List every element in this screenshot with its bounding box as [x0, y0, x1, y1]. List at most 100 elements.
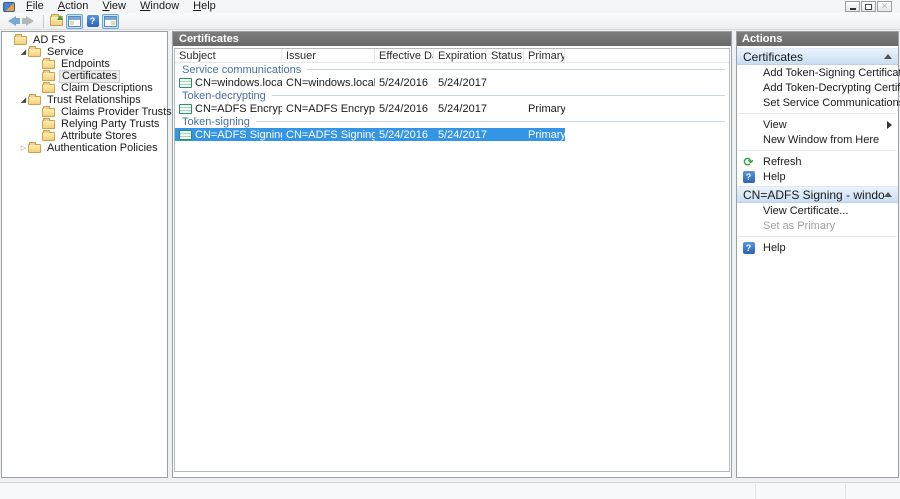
actions-section-header-2[interactable]: CN=ADFS Signing - windows.lo... — [737, 186, 898, 203]
action-new-window-from-here[interactable]: New Window from Here — [737, 132, 898, 147]
action-add-token-decrypting-certificate[interactable]: Add Token-Decrypting Certificate... — [737, 80, 898, 95]
action-refresh[interactable]: ⟳Refresh — [737, 154, 898, 169]
certificate-row[interactable]: CN=ADFS Signing - windo...CN=ADFS Signin… — [175, 128, 565, 141]
actions-separator — [738, 113, 897, 114]
column-header-subject[interactable]: Subject — [175, 49, 282, 62]
sidebar-item-authentication-policies[interactable]: ▷ Authentication Policies — [2, 142, 167, 154]
column-header-expiration-date[interactable]: Expiration Date — [434, 49, 487, 62]
folder-icon — [42, 132, 55, 141]
folder-icon — [42, 84, 55, 93]
folder-icon — [42, 60, 55, 69]
sidebar-item-claim-descriptions[interactable]: Claim Descriptions — [2, 82, 167, 94]
tree-expander-icon[interactable]: ◢ — [19, 96, 28, 104]
window-right-pane-icon — [104, 16, 117, 27]
group-label: Service communications — [182, 64, 301, 76]
column-header-issuer[interactable]: Issuer — [282, 49, 375, 62]
tree-item-label: Endpoints — [59, 59, 112, 70]
action-set-as-primary: Set as Primary — [737, 218, 898, 233]
menu-items: FileActionViewWindowHelp — [19, 0, 223, 13]
cell-expiration-date: 5/24/2017 — [434, 77, 487, 89]
tree-item-label: Relying Party Trusts — [59, 119, 161, 130]
action-label: Add Token-Signing Certificate... — [763, 67, 900, 79]
minimize-button[interactable] — [845, 1, 860, 12]
action-label: New Window from Here — [763, 134, 879, 146]
menu-item-view[interactable]: View — [95, 0, 133, 12]
action-label: View Certificate... — [763, 205, 848, 217]
help-button[interactable]: ? — [84, 14, 101, 29]
action-label: Set as Primary — [763, 220, 835, 232]
certificate-rows: Service communicationsCN=windows.local, … — [175, 63, 729, 141]
action-add-token-signing-certificate[interactable]: Add Token-Signing Certificate... — [737, 65, 898, 80]
tree-item-label: Claims Provider Trusts — [59, 107, 174, 118]
menu-item-file[interactable]: File — [19, 0, 51, 12]
certificate-row[interactable]: CN=ADFS Encryption - win...CN=ADFS Encry… — [175, 102, 565, 115]
help-icon: ? — [742, 170, 755, 183]
menu-item-help[interactable]: Help — [186, 0, 223, 12]
subject-text: CN=windows.local, O=JINC... — [195, 77, 282, 89]
sidebar-item-attribute-stores[interactable]: Attribute Stores — [2, 130, 167, 142]
action-help[interactable]: ?Help — [737, 169, 898, 184]
sidebar-item-trust-relationships[interactable]: ◢Trust Relationships — [2, 94, 167, 106]
show-action-pane-button[interactable] — [102, 14, 119, 29]
column-header-effective-date[interactable]: Effective Date — [375, 49, 434, 62]
actions-section-header-1[interactable]: Certificates — [737, 48, 898, 65]
column-header-primary[interactable]: Primary — [524, 49, 565, 62]
group-rule — [272, 95, 725, 96]
toolbar-separator — [43, 15, 44, 28]
folder-icon — [28, 144, 41, 153]
results-pane-title: Certificates — [173, 32, 731, 46]
action-label: Help — [763, 242, 786, 254]
cell-expiration-date: 5/24/2017 — [434, 129, 487, 141]
actions-body: Certificates Add Token-Signing Certificat… — [737, 48, 898, 255]
sidebar-item-certificates[interactable]: Certificates — [2, 70, 167, 82]
forward-button[interactable] — [21, 14, 38, 29]
refresh-glyph: ⟳ — [743, 156, 753, 168]
menu-bar: FileActionViewWindowHelp ✕ — [0, 0, 900, 13]
folder-icon — [42, 108, 55, 117]
help-icon: ? — [87, 15, 99, 27]
action-set-service-communications-certifi[interactable]: Set Service Communications Certifi... — [737, 95, 898, 110]
sidebar-item-service[interactable]: ◢ Service — [2, 46, 167, 58]
help-glyph: ? — [743, 242, 755, 254]
menu-item-window[interactable]: Window — [133, 0, 186, 12]
column-header-row: SubjectIssuerEffective DateExpiration Da… — [175, 49, 729, 63]
show-console-tree-button[interactable] — [66, 14, 83, 29]
sidebar-item-endpoints[interactable]: Endpoints — [2, 58, 167, 70]
back-button[interactable] — [3, 14, 20, 29]
cell-expiration-date: 5/24/2017 — [434, 103, 487, 115]
tree-item-label: Authentication Policies — [45, 143, 160, 154]
actions-separator — [738, 150, 897, 151]
action-view[interactable]: View — [737, 117, 898, 132]
group-rule — [307, 69, 725, 70]
restore-icon — [865, 4, 872, 10]
tree-item-label: Attribute Stores — [59, 131, 139, 142]
collapse-arrow-icon — [884, 54, 892, 59]
certificate-row[interactable]: CN=windows.local, O=JINC...CN=windows.lo… — [175, 76, 565, 89]
tree-expander-icon[interactable]: ◢ — [19, 48, 28, 56]
export-list-button[interactable] — [48, 14, 65, 29]
tree-item-label: Claim Descriptions — [59, 83, 155, 94]
tree-expander-icon[interactable]: ▷ — [19, 144, 28, 152]
close-button[interactable]: ✕ — [877, 1, 892, 12]
minimize-icon — [850, 8, 856, 10]
tree-item-label: Service — [45, 47, 86, 58]
certificates-list: SubjectIssuerEffective DateExpiration Da… — [174, 48, 730, 472]
certificate-icon — [179, 104, 192, 114]
actions-section-title: Certificates — [743, 50, 884, 64]
sidebar-item-ad-fs[interactable]: AD FS — [2, 34, 167, 46]
results-pane: Certificates SubjectIssuerEffective Date… — [172, 31, 732, 478]
column-header-status[interactable]: Status — [487, 49, 524, 62]
sidebar-item-relying-party-trusts[interactable]: Relying Party Trusts — [2, 118, 167, 130]
group-label: Token-decrypting — [182, 90, 266, 102]
cell-effective-date: 5/24/2016 — [375, 77, 434, 89]
action-view-certificate[interactable]: View Certificate... — [737, 203, 898, 218]
menu-item-action[interactable]: Action — [51, 0, 96, 12]
restore-button[interactable] — [861, 1, 876, 12]
cell-subject: CN=ADFS Encryption - win... — [175, 103, 282, 115]
sidebar-item-claims-provider-trusts[interactable]: Claims Provider Trusts — [2, 106, 167, 118]
cell-issuer: CN=ADFS Signing - windo... — [282, 129, 375, 141]
action-help[interactable]: ? Help — [737, 240, 898, 255]
folder-icon — [42, 72, 55, 81]
submenu-arrow-icon — [887, 121, 892, 129]
cell-primary: Primary — [524, 129, 565, 141]
